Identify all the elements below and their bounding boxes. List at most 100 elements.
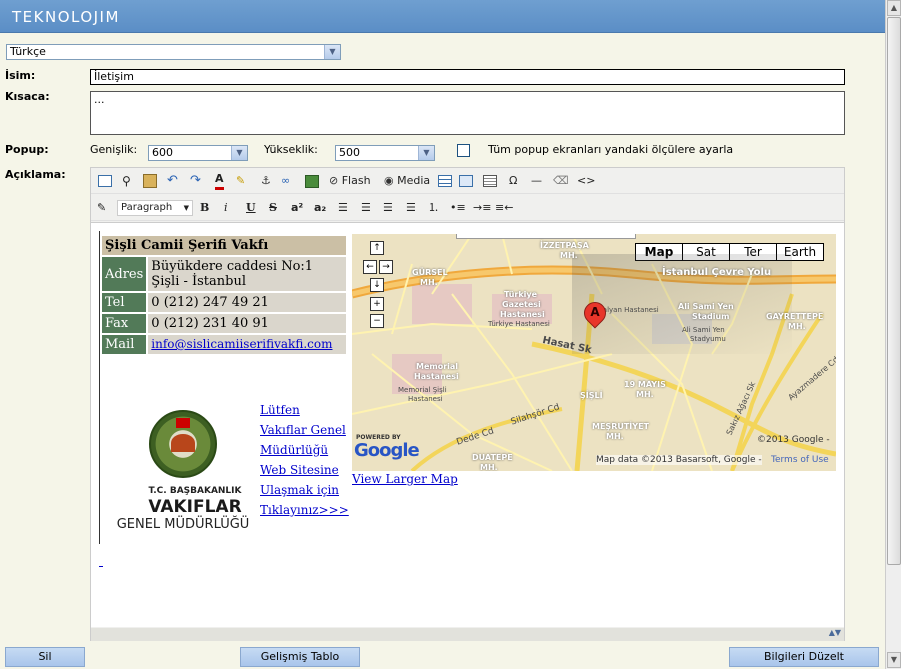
- app-logo: TEKNOLOJIM: [12, 8, 120, 26]
- terms-of-use-link[interactable]: Terms of Use: [771, 455, 829, 465]
- template-icon[interactable]: [483, 175, 497, 187]
- google-map[interactable]: ↑ ← → ↓ + − Map Sat Ter Earth İZZETPAŞA …: [352, 234, 836, 471]
- pan-up-icon[interactable]: ↑: [370, 241, 384, 255]
- width-select[interactable]: 600 ▼: [148, 145, 248, 161]
- contact-value: Büyükdere caddesi No:1 Şişli - İstanbul: [148, 257, 346, 291]
- format-select[interactable]: Paragraph ▼: [117, 200, 193, 216]
- align-right-icon[interactable]: ☰: [383, 199, 393, 217]
- image-icon[interactable]: [305, 175, 319, 188]
- contact-key: Mail: [102, 335, 147, 354]
- height-select[interactable]: 500 ▼: [335, 145, 435, 161]
- paste-icon[interactable]: [143, 174, 157, 188]
- align-left-icon[interactable]: ☰: [338, 199, 348, 217]
- redo-icon[interactable]: ↷: [190, 172, 201, 190]
- chevron-down-icon: ▼: [324, 45, 340, 59]
- advanced-table-button[interactable]: Gelişmiş Tablo: [240, 647, 360, 667]
- contact-key: Fax: [102, 314, 147, 333]
- anchor-icon[interactable]: ⚓: [261, 172, 271, 190]
- special-char-icon[interactable]: Ω: [509, 172, 517, 190]
- link-line: Ulaşmak için: [260, 483, 340, 497]
- find-icon[interactable]: ⚲: [122, 172, 131, 190]
- media-icon: ◉: [384, 174, 394, 187]
- media-button[interactable]: ◉ Media: [384, 172, 430, 190]
- strike-button[interactable]: S: [269, 199, 277, 217]
- vakiflar-logo: T.C. BAŞBAKANLIK VAKIFLAR GENEL MÜDÜRLÜĞ…: [103, 398, 253, 538]
- scroll-up-icon[interactable]: ▲: [887, 0, 901, 16]
- pan-left-icon[interactable]: ←: [363, 260, 377, 274]
- link-line: Müdürlüğü: [260, 443, 329, 457]
- view-larger-map-link[interactable]: View Larger Map: [352, 472, 458, 486]
- unordered-list-icon[interactable]: •≡: [450, 199, 466, 217]
- contact-value: 0 (212) 247 49 21: [148, 293, 346, 312]
- link-line: Web Sitesine: [260, 463, 339, 477]
- bold-button[interactable]: B: [200, 199, 209, 217]
- vertical-scrollbar[interactable]: ▲ ▼: [885, 0, 901, 669]
- underline-button[interactable]: U: [246, 199, 256, 217]
- language-value: Türkçe: [10, 45, 46, 58]
- scroll-down-icon[interactable]: ▼: [887, 652, 901, 668]
- logo-line-1: T.C. BAŞBAKANLIK: [148, 486, 242, 496]
- header-bar: TEKNOLOJIM: [0, 0, 885, 33]
- language-select[interactable]: Türkçe ▼: [6, 44, 341, 60]
- apply-all-label: Tüm popup ekranları yandaki ölçülere aya…: [488, 143, 734, 156]
- horizontal-rule-icon[interactable]: —: [531, 172, 542, 190]
- map-label: 19 MAYIS: [624, 380, 666, 389]
- description-label: Açıklama:: [5, 168, 66, 181]
- map-search-box[interactable]: [456, 234, 636, 239]
- apply-all-checkbox[interactable]: [457, 144, 470, 157]
- indent-icon[interactable]: →≡: [473, 199, 491, 217]
- ordered-list-icon[interactable]: ⒈: [428, 199, 439, 217]
- align-center-icon[interactable]: ☰: [361, 199, 371, 217]
- email-link[interactable]: info@sislicamiiserifivakfi.com: [151, 337, 332, 351]
- styles-icon[interactable]: ✎: [97, 199, 106, 217]
- table-props-icon[interactable]: [459, 175, 473, 187]
- vakif-site-link[interactable]: Lütfen Vakıflar Genel Müdürlüğü Web Site…: [260, 400, 350, 520]
- table-icon[interactable]: [438, 175, 452, 187]
- contact-value: 0 (212) 231 40 91: [148, 314, 346, 333]
- google-logo: Google: [354, 440, 420, 461]
- eraser-icon[interactable]: ⌫: [553, 172, 569, 190]
- short-label: Kısaca:: [5, 90, 50, 103]
- map-label: Ali Sami Yen: [678, 302, 734, 311]
- map-label: Gazetesi: [502, 300, 541, 309]
- update-info-button[interactable]: Bilgileri Düzelt: [729, 647, 879, 667]
- highlight-icon[interactable]: ✎: [236, 172, 245, 190]
- delete-button[interactable]: Sil: [5, 647, 85, 667]
- flash-icon: ⊘: [329, 174, 339, 187]
- resize-arrows-icon[interactable]: ▲▼: [829, 628, 841, 637]
- scrollbar-thumb[interactable]: [887, 17, 901, 565]
- zoom-out-icon[interactable]: −: [370, 314, 384, 328]
- select-all-icon[interactable]: [98, 175, 112, 187]
- map-label: DUATEPE: [472, 453, 513, 462]
- flash-button[interactable]: ⊘ Flash: [329, 172, 371, 190]
- logo-line-2: VAKIFLAR: [148, 497, 242, 517]
- source-code-icon[interactable]: <>: [577, 172, 595, 190]
- link-line: Vakıflar Genel: [260, 423, 346, 437]
- undo-icon[interactable]: ↶: [167, 172, 178, 190]
- map-label: GAYRETTEPE: [766, 312, 824, 321]
- short-textarea[interactable]: ...: [90, 91, 845, 135]
- zoom-in-icon[interactable]: +: [370, 297, 384, 311]
- map-label: MEŞRUTİYET: [592, 422, 649, 431]
- link-icon[interactable]: ∞: [281, 172, 290, 190]
- rich-text-editor: ⚲ ↶ ↷ A ✎ ⚓ ∞ ⊘ Flash ◉ Media Ω — ⌫ <> ✎…: [90, 167, 845, 641]
- flag-icon: [176, 418, 190, 428]
- text-color-icon[interactable]: A: [215, 172, 224, 190]
- editor-content[interactable]: Şişli Camii Şerifi Vakfı Adres Büyükdere…: [91, 222, 844, 627]
- align-justify-icon[interactable]: ☰: [406, 199, 416, 217]
- width-label: Genişlik:: [90, 143, 138, 156]
- contact-key: Adres: [102, 257, 147, 291]
- name-input[interactable]: İletişim: [90, 69, 845, 85]
- subscript-button[interactable]: a₂: [314, 199, 326, 217]
- pan-right-icon[interactable]: →: [379, 260, 393, 274]
- editor-toolbar-2: ✎ Paragraph ▼ B i U S a² a₂ ☰ ☰ ☰ ☰ ⒈ •≡…: [91, 195, 844, 221]
- map-label: Stadyumu: [690, 335, 726, 343]
- outdent-icon[interactable]: ≡←: [495, 199, 513, 217]
- pan-down-icon[interactable]: ↓: [370, 278, 384, 292]
- superscript-button[interactable]: a²: [291, 199, 303, 217]
- italic-button[interactable]: i: [224, 199, 228, 217]
- media-label: Media: [397, 174, 431, 187]
- flash-label: Flash: [341, 174, 371, 187]
- dome-icon: [171, 434, 195, 452]
- map-label: Hastanesi: [500, 310, 545, 319]
